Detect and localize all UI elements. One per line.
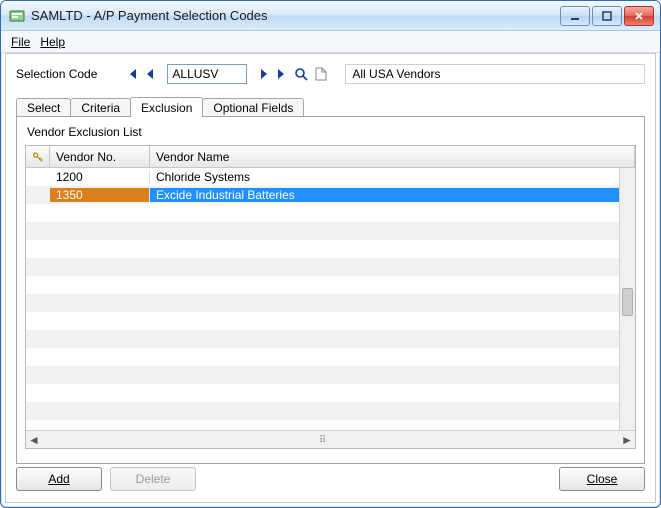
close-button[interactable]: Close <box>559 467 645 491</box>
menu-file[interactable]: File <box>11 35 30 49</box>
tab-select[interactable]: Select <box>16 98 71 117</box>
client-area: Selection Code <box>5 53 656 503</box>
table-row <box>26 312 619 330</box>
window-title: SAMLTD - A/P Payment Selection Codes <box>31 8 560 23</box>
scroll-left-icon[interactable]: ◄ <box>26 432 42 448</box>
horizontal-scroll-track[interactable]: ⠿ <box>42 432 619 448</box>
tab-bar: Select Criteria Exclusion Optional Field… <box>16 94 645 116</box>
app-icon <box>9 8 25 24</box>
add-button[interactable]: Add <box>16 467 102 491</box>
table-row <box>26 366 619 384</box>
selection-code-label: Selection Code <box>16 67 97 81</box>
maximize-button[interactable] <box>592 6 622 26</box>
vendor-exclusion-grid[interactable]: Vendor No. Vendor Name 1200Chloride Syst… <box>25 145 636 449</box>
scroll-grip-icon: ⠿ <box>319 435 326 446</box>
tab-optional-fields[interactable]: Optional Fields <box>202 98 304 117</box>
close-window-button[interactable] <box>624 6 654 26</box>
table-row[interactable]: 1350Excide Industrial Batteries <box>26 186 619 204</box>
new-record-icon[interactable] <box>313 66 329 82</box>
selection-description-input[interactable] <box>345 64 645 84</box>
grid-header-key[interactable] <box>26 146 50 167</box>
horizontal-scrollbar[interactable]: ◄ ⠿ ► <box>26 430 635 448</box>
menubar: File Help <box>1 31 660 53</box>
prev-record-icon[interactable] <box>143 67 157 81</box>
grid-header: Vendor No. Vendor Name <box>26 146 635 168</box>
record-nav <box>125 67 157 81</box>
table-row <box>26 348 619 366</box>
footer-buttons: Add Delete Close <box>16 466 645 492</box>
table-row[interactable]: 1200Chloride Systems <box>26 168 619 186</box>
tab-criteria[interactable]: Criteria <box>70 98 131 117</box>
vertical-scroll-thumb[interactable] <box>622 288 633 316</box>
selection-code-row: Selection Code <box>16 64 645 84</box>
minimize-button[interactable] <box>560 6 590 26</box>
cell-vendor-name: Chloride Systems <box>150 170 619 184</box>
table-row <box>26 222 619 240</box>
table-row <box>26 330 619 348</box>
table-row <box>26 384 619 402</box>
first-record-icon[interactable] <box>125 67 139 81</box>
key-icon <box>32 151 43 163</box>
app-window: SAMLTD - A/P Payment Selection Codes Fil… <box>0 0 661 508</box>
cell-vendor-name: Excide Industrial Batteries <box>150 188 619 202</box>
grid-header-vendor-name[interactable]: Vendor Name <box>150 146 635 167</box>
next-record-icon[interactable] <box>257 67 271 81</box>
table-row <box>26 204 619 222</box>
table-row <box>26 240 619 258</box>
delete-button: Delete <box>110 467 196 491</box>
table-row <box>26 258 619 276</box>
grid-header-vendor-no[interactable]: Vendor No. <box>50 146 150 167</box>
selection-code-input[interactable] <box>167 64 247 84</box>
menu-help[interactable]: Help <box>40 35 65 49</box>
grid-body: 1200Chloride Systems1350Excide Industria… <box>26 168 619 430</box>
cell-vendor-no: 1200 <box>50 170 150 184</box>
exclusion-panel: Vendor Exclusion List Vendor No. Vendor … <box>16 116 645 464</box>
record-nav-after <box>257 66 329 82</box>
table-row <box>26 402 619 420</box>
finder-icon[interactable] <box>293 66 309 82</box>
table-row <box>26 294 619 312</box>
cell-vendor-no: 1350 <box>50 188 150 202</box>
table-row <box>26 276 619 294</box>
titlebar: SAMLTD - A/P Payment Selection Codes <box>1 1 660 31</box>
vertical-scrollbar[interactable] <box>619 168 635 430</box>
exclusion-panel-title: Vendor Exclusion List <box>27 125 636 139</box>
tab-exclusion[interactable]: Exclusion <box>130 97 203 117</box>
last-record-icon[interactable] <box>275 67 289 81</box>
scroll-right-icon[interactable]: ► <box>619 432 635 448</box>
